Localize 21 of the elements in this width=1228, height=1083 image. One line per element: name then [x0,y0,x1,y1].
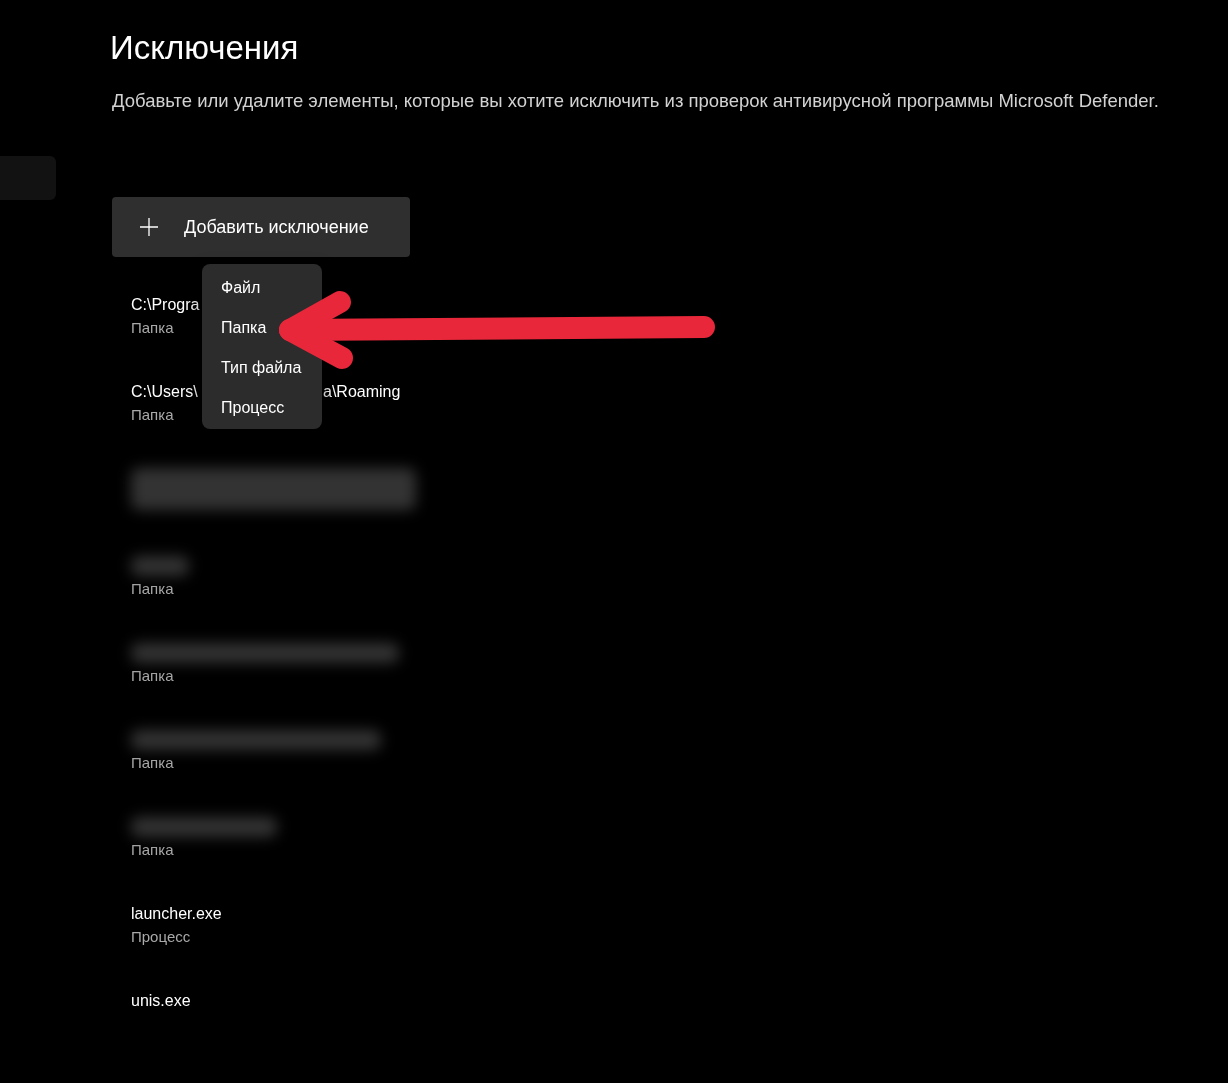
menu-item[interactable]: Тип файла [202,348,322,388]
exclusion-path: a\Roaming [323,382,401,402]
exclusion-type: Папка [131,753,174,773]
exclusion-type: Папка [131,666,174,686]
exclusion-type: Папка [131,318,174,338]
exclusion-type: Папка [131,579,174,599]
menu-item[interactable]: Файл [202,268,322,308]
exclusion-path: launcher.exe [131,904,222,924]
exclusion-type: Папка [131,840,174,860]
blurred-redaction [131,556,189,576]
add-exclusion-button[interactable]: Добавить исключение [112,197,410,257]
exclusion-type: Процесс [131,927,191,947]
exclusion-path: C:\Progra [131,295,200,315]
exclusion-path: C:\Users\ [131,382,199,402]
page-title: Исключения [110,28,299,68]
exclusion-type: Папка [131,405,174,425]
exclusion-path: unis.exe [131,991,191,1011]
page-description: Добавьте или удалите элементы, которые вы хотите исключить из проверок антивирусной программы Microsoft Defender. [112,89,1159,113]
plus-icon [140,218,158,236]
menu-item[interactable]: Процесс [202,388,322,428]
menu-item[interactable]: Папка [202,308,322,348]
